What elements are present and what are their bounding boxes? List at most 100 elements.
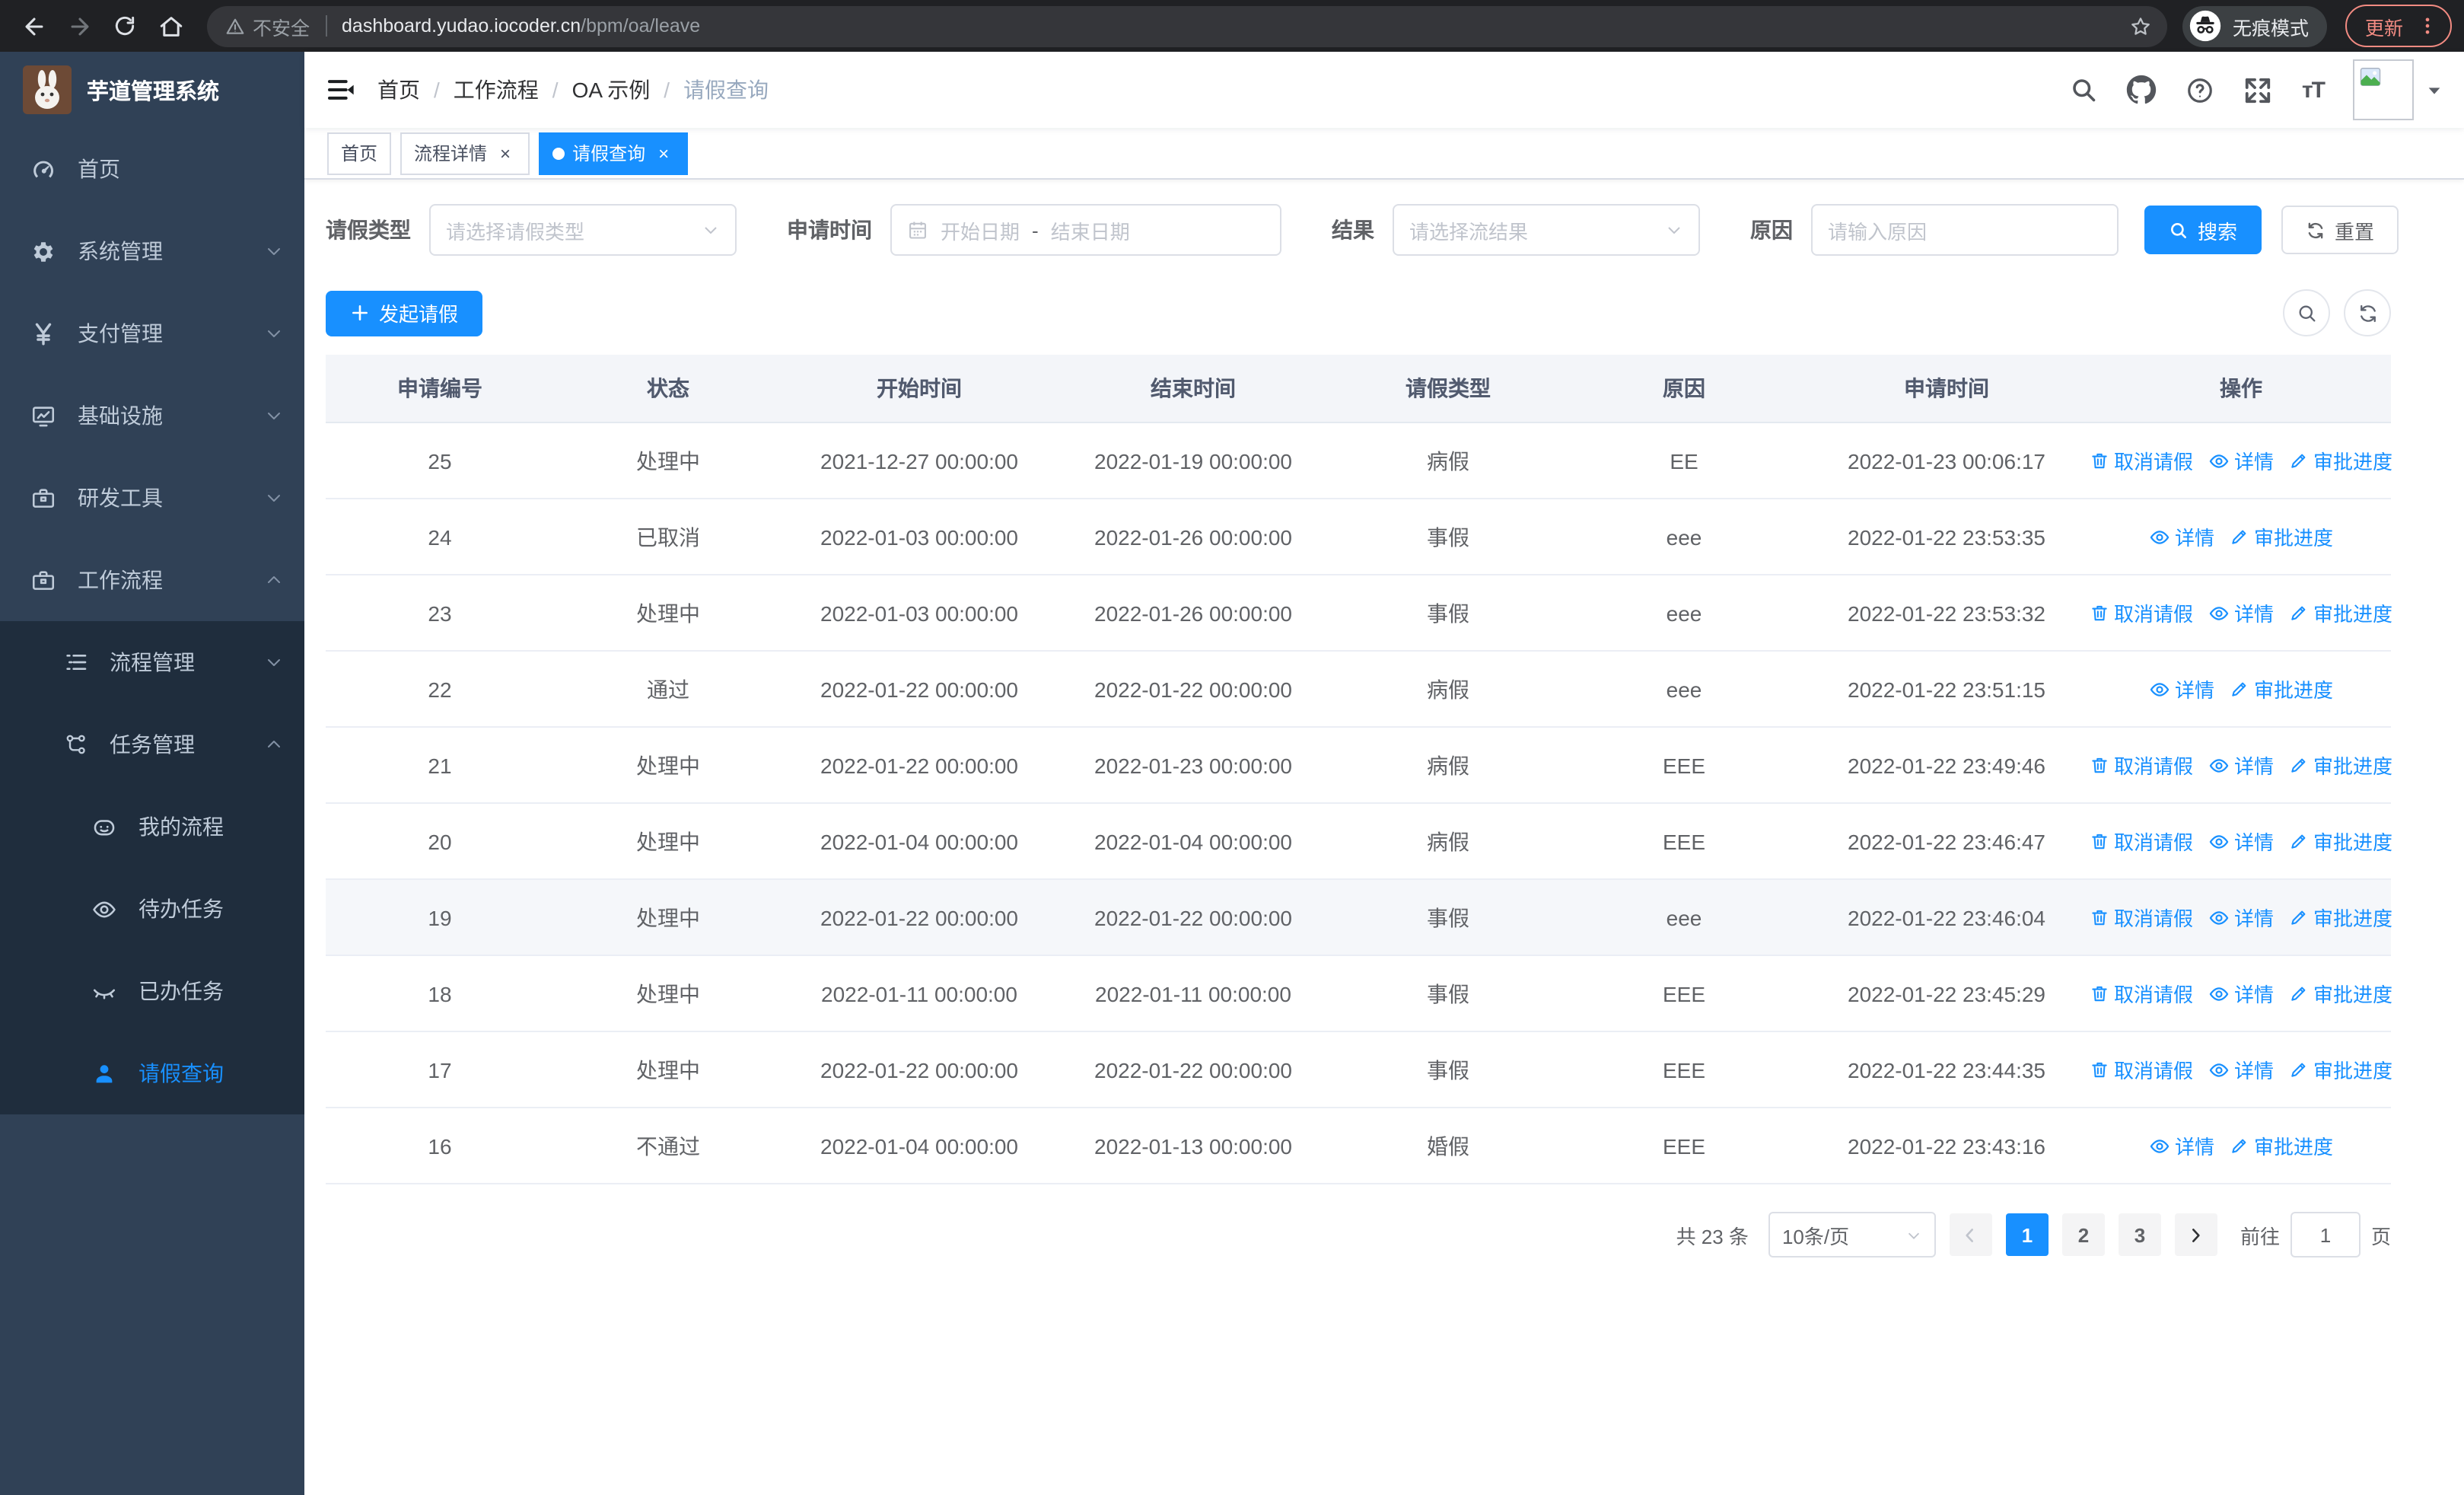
column-header-结束时间: 结束时间: [1056, 355, 1330, 422]
detail-link[interactable]: 详情: [2208, 903, 2274, 932]
detail-link[interactable]: 详情: [2208, 446, 2274, 475]
browser-menu-dots-icon[interactable]: [2417, 15, 2438, 37]
cell-开始时间: 2022-01-03 00:00:00: [782, 575, 1056, 652]
tag-流程详情[interactable]: 流程详情 ×: [400, 132, 530, 174]
security-warning-label: 不安全: [253, 18, 310, 39]
sidebar-item-系统管理[interactable]: 系统管理: [0, 210, 304, 292]
cell-状态: 处理中: [554, 955, 782, 1032]
approval-progress-link[interactable]: 审批进度: [2230, 522, 2333, 551]
browser-forward-icon[interactable]: [58, 5, 100, 47]
cancel-leave-link[interactable]: 取消请假: [2090, 598, 2193, 627]
detail-link[interactable]: 详情: [2208, 827, 2274, 856]
goto-page-input[interactable]: 1: [2290, 1212, 2361, 1258]
reset-button[interactable]: 重置: [2281, 206, 2399, 254]
page-button-3[interactable]: 3: [2118, 1213, 2161, 1256]
cancel-leave-link[interactable]: 取消请假: [2090, 751, 2193, 779]
help-icon[interactable]: [2186, 75, 2215, 104]
header-search-icon[interactable]: [2071, 76, 2098, 104]
cancel-leave-link[interactable]: 取消请假: [2090, 903, 2193, 932]
browser-home-icon[interactable]: [149, 5, 192, 47]
trash-icon: [2090, 983, 2109, 1003]
cell-请假类型: 事假: [1330, 499, 1566, 575]
approval-progress-link[interactable]: 审批进度: [2230, 674, 2333, 703]
page-button-1[interactable]: 1: [2005, 1213, 2049, 1256]
leave-type-select[interactable]: 请选择请假类型: [429, 204, 737, 256]
app-logo-row[interactable]: 芋道管理系统: [0, 52, 304, 128]
create-leave-button[interactable]: 发起请假: [326, 290, 483, 336]
tag-请假查询[interactable]: 请假查询 ×: [539, 132, 689, 174]
sidebar-item-任务管理[interactable]: 任务管理: [0, 703, 304, 786]
cancel-leave-link[interactable]: 取消请假: [2090, 827, 2193, 856]
approval-progress-link[interactable]: 审批进度: [2289, 1055, 2392, 1084]
detail-link[interactable]: 详情: [2149, 1131, 2214, 1160]
github-icon[interactable]: [2127, 75, 2157, 105]
sidebar-item-待办任务[interactable]: 待办任务: [0, 868, 304, 950]
user-menu[interactable]: [2353, 59, 2443, 120]
table-toolbar: 发起请假: [326, 289, 2391, 336]
toggle-search-button[interactable]: [2283, 289, 2330, 336]
approval-progress-link[interactable]: 审批进度: [2289, 979, 2392, 1008]
cancel-leave-link[interactable]: 取消请假: [2090, 979, 2193, 1008]
cell-结束时间: 2022-01-13 00:00:00: [1056, 1108, 1330, 1184]
sidebar-item-首页[interactable]: 首页: [0, 128, 304, 210]
tag-首页[interactable]: 首页: [327, 132, 392, 174]
refresh-table-button[interactable]: [2344, 289, 2391, 336]
reason-input[interactable]: 请输入原因: [1811, 204, 2119, 256]
detail-link-label: 详情: [2174, 527, 2214, 550]
page-size-select[interactable]: 10条/页: [1768, 1212, 1936, 1258]
browser-update-button[interactable]: 更新: [2345, 5, 2452, 47]
approval-progress-link[interactable]: 审批进度: [2230, 1131, 2333, 1160]
sidebar-item-我的流程[interactable]: 我的流程: [0, 786, 304, 868]
cancel-leave-link[interactable]: 取消请假: [2090, 1055, 2193, 1084]
sidebar-item-基础设施[interactable]: 基础设施: [0, 375, 304, 457]
avatar[interactable]: [2353, 59, 2414, 120]
detail-link[interactable]: 详情: [2208, 979, 2274, 1008]
page-button-2[interactable]: 2: [2061, 1213, 2105, 1256]
prev-page-button[interactable]: [1949, 1213, 1992, 1256]
breadcrumb-item-首页[interactable]: 首页: [377, 75, 420, 105]
apply-time-range-picker[interactable]: 开始日期 - 结束日期: [890, 204, 1281, 256]
sidebar-collapse-icon[interactable]: [304, 75, 377, 105]
detail-link[interactable]: 详情: [2208, 598, 2274, 627]
breadcrumb-item-OA 示例[interactable]: OA 示例: [572, 75, 651, 105]
browser-reload-icon[interactable]: [103, 5, 146, 47]
fullscreen-icon[interactable]: [2244, 75, 2273, 104]
sidebar-item-请假查询[interactable]: 请假查询: [0, 1032, 304, 1114]
breadcrumb-item-工作流程[interactable]: 工作流程: [454, 75, 539, 105]
sidebar-item-工作流程[interactable]: 工作流程: [0, 539, 304, 621]
sidebar-item-支付管理[interactable]: 支付管理: [0, 292, 304, 375]
security-warning[interactable]: 不安全: [225, 11, 310, 40]
sidebar-item-已办任务[interactable]: 已办任务: [0, 950, 304, 1032]
close-tag-icon[interactable]: ×: [653, 142, 674, 164]
detail-link[interactable]: 详情: [2149, 674, 2214, 703]
bookmark-star-icon[interactable]: [2122, 6, 2161, 46]
apply-time-label: 申请时间: [787, 218, 872, 242]
font-size-icon[interactable]: ᴛT: [2302, 77, 2326, 103]
sidebar-item-label: 待办任务: [138, 897, 224, 921]
detail-link[interactable]: 详情: [2149, 522, 2214, 551]
approval-progress-link[interactable]: 审批进度: [2289, 751, 2392, 779]
cancel-leave-link-label: 取消请假: [2113, 831, 2193, 854]
close-tag-icon[interactable]: ×: [495, 142, 516, 164]
approval-progress-link[interactable]: 审批进度: [2289, 446, 2392, 475]
browser-back-icon[interactable]: [12, 5, 55, 47]
column-header-请假类型: 请假类型: [1330, 355, 1566, 422]
approval-progress-link[interactable]: 审批进度: [2289, 903, 2392, 932]
edit-icon: [2289, 983, 2309, 1003]
approval-progress-link[interactable]: 审批进度: [2289, 598, 2392, 627]
eye-icon: [2208, 1059, 2230, 1080]
address-bar[interactable]: 不安全 dashboard.yudao.iocoder.cn/bpm/oa/le…: [207, 5, 2167, 46]
next-page-button[interactable]: [2174, 1213, 2217, 1256]
table-row-24: 24 已取消 2022-01-03 00:00:00 2022-01-26 00:00…: [326, 499, 2391, 575]
cell-申请时间: 2022-01-22 23:53:35: [1802, 499, 2091, 575]
detail-link[interactable]: 详情: [2208, 751, 2274, 779]
detail-link[interactable]: 详情: [2208, 1055, 2274, 1084]
approval-progress-link[interactable]: 审批进度: [2289, 827, 2392, 856]
sidebar-item-流程管理[interactable]: 流程管理: [0, 621, 304, 703]
main-area: 首页 / 工作流程 / OA 示例 / 请假查询 ᴛT 首页 流程详情 × 请假查询 ×: [304, 52, 2464, 1495]
search-button[interactable]: 搜索: [2144, 206, 2262, 254]
sidebar-item-研发工具[interactable]: 研发工具: [0, 457, 304, 539]
cancel-leave-link[interactable]: 取消请假: [2090, 446, 2193, 475]
result-select[interactable]: 请选择流结果: [1393, 204, 1700, 256]
cell-申请编号: 24: [326, 499, 554, 575]
